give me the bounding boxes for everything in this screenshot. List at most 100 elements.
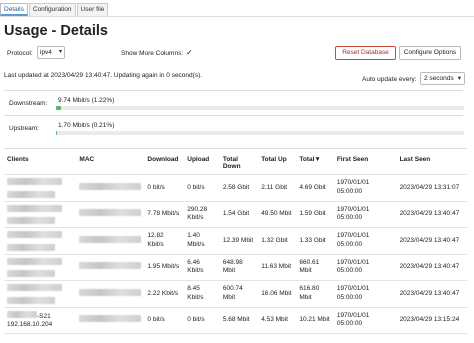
- redacted-mac: [79, 262, 142, 269]
- show-more-columns-checkbox[interactable]: ✓: [186, 49, 194, 57]
- cell-download: 0 bit/s: [144, 174, 185, 201]
- cell-upload: 6.46 Kbit/s: [184, 253, 220, 281]
- cell-first-seen: 1970/01/01 05:00:00: [333, 306, 397, 334]
- cell-first-seen: 1970/01/01 05:00:00: [333, 200, 397, 228]
- cell-mac: [76, 200, 145, 228]
- redacted-client-ip: [7, 270, 55, 277]
- cell-total-down: 5.68 Mbit: [219, 306, 259, 334]
- upstream-bar-fill: [56, 131, 57, 135]
- cell-mac: [76, 280, 145, 307]
- downstream-bar-track: [56, 106, 464, 110]
- auto-update-select[interactable]: 2 seconds ▾: [420, 72, 465, 85]
- cell-download: 0 bit/s: [144, 306, 185, 334]
- chevron-down-icon: ▾: [58, 49, 62, 55]
- upstream-label: Upstream:: [9, 125, 39, 132]
- table-row: -S21 192.168.10.204 0 bit/s 0 bit/s 5.68 Mbi…: [4, 306, 467, 334]
- configure-options-button[interactable]: Configure Options: [399, 46, 461, 60]
- cell-total-down: 1.54 Gbit: [219, 200, 259, 228]
- cell-total-up: 1.32 Gbit: [258, 227, 297, 254]
- cell-first-seen: 1970/01/01 05:00:00: [333, 253, 397, 281]
- table-row: 12.82 Kbit/s 1.40 Mbit/s 12.39 Mbit 1.32 Gb…: [4, 227, 467, 254]
- cell-client: [4, 280, 77, 307]
- tab-details[interactable]: Details: [0, 3, 28, 16]
- cell-total-up: 2.11 Gbit: [258, 174, 297, 201]
- client-name: -S21: [37, 312, 51, 320]
- cell-download: 7.78 Mbit/s: [144, 200, 185, 228]
- cell-total: 1.33 Gbit: [296, 227, 334, 254]
- downstream-meter: Downstream: 9.74 Mbit/s (1.22%): [4, 90, 464, 110]
- redacted-client-ip: [7, 296, 55, 304]
- cell-upload: 0 bit/s: [184, 306, 220, 334]
- header-first-seen[interactable]: First Seen: [333, 148, 397, 175]
- cell-first-seen: 1970/01/01 05:00:00: [333, 227, 397, 254]
- cell-client: [4, 253, 77, 281]
- cell-total-up: 49.50 Mbit: [258, 200, 297, 228]
- cell-client: [4, 174, 77, 201]
- redacted-mac: [79, 209, 142, 216]
- cell-total-up: 16.06 Mbit: [258, 280, 297, 307]
- table-header-row: Clients MAC Download Upload Total Down T…: [4, 148, 467, 175]
- client-ip: 192.168.10.204: [7, 321, 53, 329]
- table-row: 1.95 Mbit/s 6.46 Kbit/s 648.98 Mbit 11.63 M…: [4, 253, 467, 281]
- redacted-mac: [79, 315, 142, 322]
- upstream-bar-track: [56, 131, 464, 135]
- table-row: 7.78 Mbit/s 290.28 Kbit/s 1.54 Gbit 49.50 M…: [4, 200, 467, 228]
- redacted-client-name: [7, 204, 62, 212]
- cell-download: 2.22 Kbit/s: [144, 280, 185, 307]
- cell-total: 660.61 Mbit: [296, 253, 334, 281]
- redacted-client-name: [7, 231, 62, 238]
- header-last-seen[interactable]: Last Seen: [396, 148, 467, 175]
- redacted-mac: [79, 182, 142, 190]
- redacted-client-name: [7, 310, 37, 318]
- header-mac[interactable]: MAC: [76, 148, 145, 175]
- redacted-mac: [79, 235, 142, 243]
- cell-total: 616.80 Mbit: [296, 280, 334, 307]
- cell-total-up: 4.53 Mbit: [258, 306, 297, 334]
- cell-total-up: 11.63 Mbit: [258, 253, 297, 281]
- table-row: 0 bit/s 0 bit/s 2.58 Gbit 2.11 Gbit 4.69 Gbi…: [4, 174, 467, 201]
- table-row: 2.22 Kbit/s 8.45 Kbit/s 600.74 Mbit 16.06 M…: [4, 280, 467, 307]
- header-upload[interactable]: Upload: [184, 148, 220, 175]
- cell-upload: 1.40 Mbit/s: [184, 227, 220, 254]
- redacted-client-ip: [7, 190, 55, 198]
- redacted-client-ip: [7, 217, 55, 224]
- header-total-down[interactable]: Total Down: [219, 148, 259, 175]
- cell-mac: [76, 174, 145, 201]
- redacted-client-ip: [7, 243, 55, 251]
- header-clients[interactable]: Clients: [4, 148, 77, 175]
- cell-last-seen: 2023/04/29 13:31:07: [396, 174, 467, 201]
- cell-client: [4, 200, 77, 228]
- downstream-value: 9.74 Mbit/s (1.22%): [58, 97, 115, 104]
- page-title: Usage - Details: [4, 23, 108, 39]
- header-total-up[interactable]: Total Up: [258, 148, 297, 175]
- reset-database-button[interactable]: Reset Database: [335, 46, 396, 60]
- downstream-label: Downstream:: [9, 100, 48, 107]
- cell-total: 10.21 Mbit: [296, 306, 334, 334]
- usage-table: Clients MAC Download Upload Total Down T…: [4, 148, 467, 334]
- protocol-select[interactable]: ipv4 ▾: [37, 46, 65, 59]
- auto-update-label: Auto update every:: [362, 76, 417, 83]
- tab-user-file[interactable]: User file: [76, 3, 109, 16]
- cell-total: 4.69 Gbit: [296, 174, 334, 201]
- cell-mac: [76, 306, 145, 334]
- tab-bar: Details Configuration User file: [0, 3, 109, 16]
- cell-upload: 290.28 Kbit/s: [184, 200, 220, 228]
- downstream-bar-fill: [56, 106, 61, 110]
- cell-client: -S21 192.168.10.204: [4, 306, 77, 334]
- protocol-select-value: ipv4: [40, 49, 52, 56]
- cell-client: [4, 227, 77, 254]
- cell-last-seen: 2023/04/29 13:40:47: [396, 200, 467, 228]
- header-total[interactable]: Total▼: [296, 148, 334, 175]
- cell-first-seen: 1970/01/01 05:00:00: [333, 174, 397, 201]
- header-download[interactable]: Download: [144, 148, 185, 175]
- cell-mac: [76, 227, 145, 254]
- redacted-client-name: [7, 178, 62, 185]
- cell-upload: 0 bit/s: [184, 174, 220, 201]
- tab-configuration[interactable]: Configuration: [28, 3, 76, 16]
- cell-last-seen: 2023/04/29 13:40:47: [396, 227, 467, 254]
- upstream-meter: Upstream: 1.70 Mbit/s (0.21%): [4, 115, 464, 135]
- cell-last-seen: 2023/04/29 13:40:47: [396, 253, 467, 281]
- cell-mac: [76, 253, 145, 281]
- auto-update-select-value: 2 seconds: [424, 75, 454, 82]
- protocol-label: Protocol:: [7, 50, 33, 57]
